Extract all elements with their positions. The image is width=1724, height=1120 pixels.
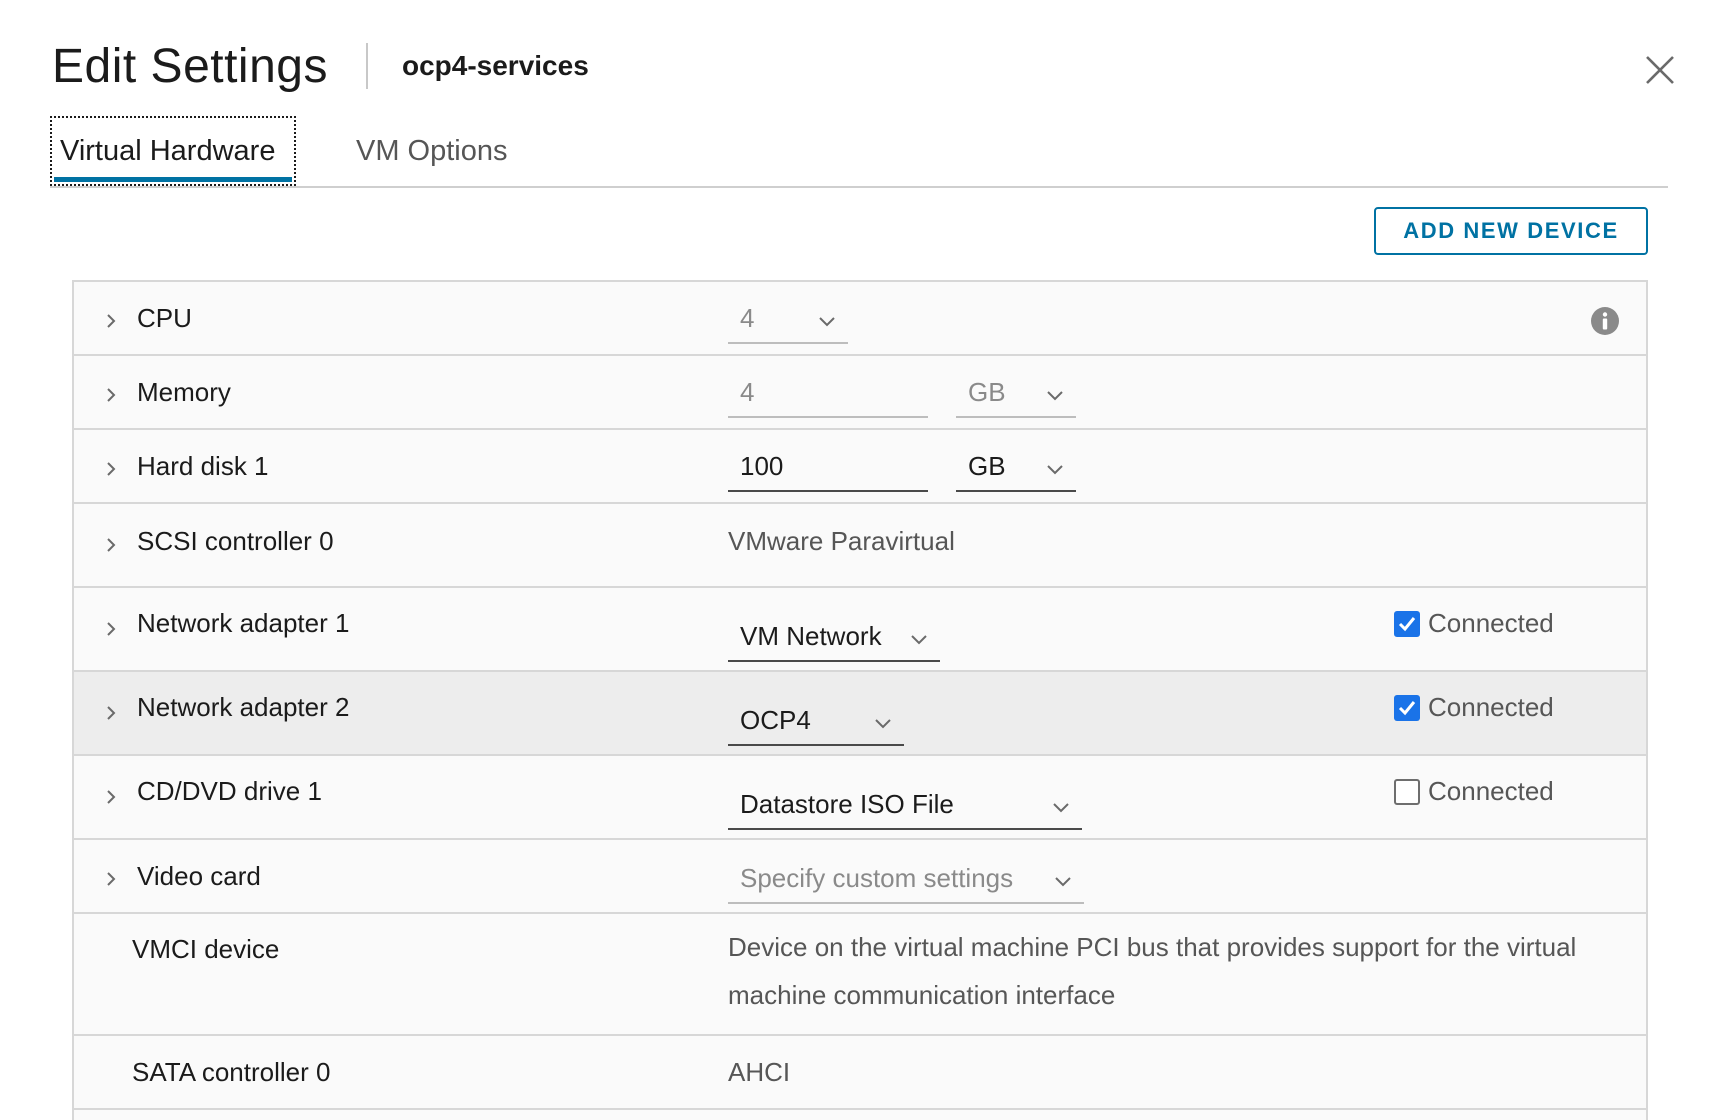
select-value: Specify custom settings xyxy=(740,863,1014,893)
device-label: SATA controller 0 xyxy=(132,1057,331,1087)
select-value: Datastore ISO File xyxy=(740,789,954,819)
close-button[interactable] xyxy=(1642,52,1678,88)
cpu-count-select[interactable]: 4 xyxy=(728,292,848,344)
checkbox-box[interactable] xyxy=(1394,778,1420,805)
device-row-video-card: Video card Specify custom settings xyxy=(74,840,1646,914)
device-label: Hard disk 1 xyxy=(137,451,269,481)
connected-checkbox[interactable]: Connected xyxy=(1394,608,1554,639)
active-tab-indicator xyxy=(54,177,292,182)
device-label: SCSI controller 0 xyxy=(137,526,334,556)
device-row-scsi-controller-0: SCSI controller 0 VMware Paravirtual xyxy=(74,504,1646,588)
chevron-down-icon xyxy=(1055,877,1071,887)
tab-vm-options[interactable]: VM Options xyxy=(352,116,512,186)
input-value: 4 xyxy=(740,377,755,407)
device-label: CPU xyxy=(137,303,192,333)
device-label: Network adapter 1 xyxy=(137,608,350,638)
tab-label: VM Options xyxy=(356,134,508,167)
memory-unit-select[interactable]: GB xyxy=(956,366,1076,418)
sata-type-value: AHCI xyxy=(728,1057,791,1087)
dialog-header: Edit Settings ocp4-services xyxy=(52,34,589,98)
connected-checkbox[interactable]: Connected xyxy=(1394,692,1554,723)
device-label: Network adapter 2 xyxy=(137,692,350,722)
chevron-right-icon[interactable] xyxy=(102,460,120,478)
network-select[interactable]: VM Network xyxy=(728,606,940,662)
chevron-right-icon[interactable] xyxy=(102,620,120,638)
checkbox-label: Connected xyxy=(1428,692,1554,722)
edit-settings-dialog: Edit Settings ocp4-services Virtual Hard… xyxy=(0,0,1724,1120)
device-row-vmci-device: VMCI device Device on the virtual machin… xyxy=(74,914,1646,1036)
chevron-down-icon xyxy=(911,635,927,645)
select-value: GB xyxy=(968,377,1006,407)
video-settings-select[interactable]: Specify custom settings xyxy=(728,848,1084,904)
checkbox-label: Connected xyxy=(1428,608,1554,638)
memory-size-input[interactable]: 4 xyxy=(728,364,928,418)
device-row-memory: Memory 4 GB xyxy=(74,356,1646,430)
tab-virtual-hardware[interactable]: Virtual Hardware xyxy=(50,116,296,186)
device-label: Memory xyxy=(137,377,231,407)
network-select[interactable]: OCP4 xyxy=(728,690,904,746)
device-label: VMCI device xyxy=(132,934,280,964)
chevron-right-icon[interactable] xyxy=(102,312,120,330)
device-row-sata-controller-0: SATA controller 0 AHCI xyxy=(74,1036,1646,1110)
checkbox-box[interactable] xyxy=(1394,694,1420,721)
virtual-hardware-table: CPU 4 Memory 4 GB Hard disk 1 100 GB SCS… xyxy=(72,280,1648,1120)
disk-unit-select[interactable]: GB xyxy=(956,440,1076,492)
chevron-right-icon[interactable] xyxy=(102,386,120,404)
device-row-cd-dvd-drive-1: CD/DVD drive 1 Datastore ISO File Connec… xyxy=(74,756,1646,840)
chevron-right-icon[interactable] xyxy=(102,788,120,806)
checkbox-box[interactable] xyxy=(1394,610,1420,637)
device-row-network-adapter-1: Network adapter 1 VM Network Connected xyxy=(74,588,1646,672)
input-value: 100 xyxy=(740,451,784,481)
device-label: CD/DVD drive 1 xyxy=(137,776,322,806)
disk-size-input[interactable]: 100 xyxy=(728,438,928,492)
chevron-down-icon xyxy=(1047,465,1063,475)
chevron-right-icon[interactable] xyxy=(102,536,120,554)
chevron-down-icon xyxy=(1047,391,1063,401)
vm-name: ocp4-services xyxy=(401,50,589,81)
chevron-down-icon xyxy=(875,719,891,729)
media-source-select[interactable]: Datastore ISO File xyxy=(728,774,1082,830)
select-value: 4 xyxy=(740,303,755,333)
info-icon[interactable] xyxy=(1590,306,1620,336)
select-value: GB xyxy=(968,451,1006,481)
close-icon xyxy=(1646,56,1674,84)
scsi-type-value: VMware Paravirtual xyxy=(728,526,955,556)
tab-label: Virtual Hardware xyxy=(60,134,276,167)
checkbox-label: Connected xyxy=(1428,776,1554,806)
device-row-network-adapter-2: Network adapter 2 OCP4 Connected xyxy=(74,672,1646,756)
chevron-down-icon xyxy=(819,317,835,327)
add-new-device-button[interactable]: ADD NEW DEVICE xyxy=(1374,207,1648,255)
device-row-cpu: CPU 4 xyxy=(74,282,1646,356)
chevron-right-icon[interactable] xyxy=(102,870,120,888)
select-value: OCP4 xyxy=(740,705,811,735)
connected-checkbox[interactable]: Connected xyxy=(1394,776,1554,807)
device-label: Video card xyxy=(137,861,261,891)
chevron-down-icon xyxy=(1053,803,1069,813)
chevron-right-icon[interactable] xyxy=(102,704,120,722)
device-row-hard-disk-1: Hard disk 1 100 GB xyxy=(74,430,1646,504)
select-value: VM Network xyxy=(740,621,882,651)
dialog-title: Edit Settings xyxy=(52,39,328,93)
tab-bar: Virtual Hardware VM Options xyxy=(50,112,1668,188)
vmci-description: Device on the virtual machine PCI bus th… xyxy=(728,932,1577,1010)
checkmark-icon xyxy=(1398,700,1416,715)
checkmark-icon xyxy=(1398,616,1416,631)
title-divider xyxy=(365,43,368,89)
